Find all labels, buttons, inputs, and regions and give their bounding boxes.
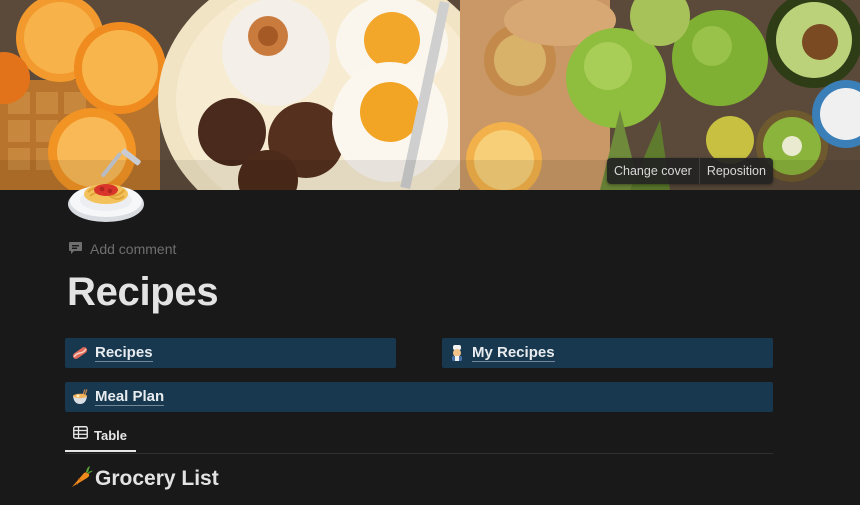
bacon-icon	[71, 344, 89, 362]
cover-actions: Change cover Reposition	[607, 158, 773, 184]
add-comment-label: Add comment	[90, 241, 177, 257]
link-my-recipes[interactable]: My Recipes	[442, 338, 773, 368]
tab-table[interactable]: Table	[65, 420, 136, 452]
grocery-list-heading[interactable]: Grocery List	[69, 464, 219, 494]
ramen-bowl-icon	[71, 388, 89, 406]
table-icon	[73, 426, 88, 444]
link-recipes-label: Recipes	[95, 344, 153, 362]
spaghetti-icon[interactable]	[66, 148, 148, 226]
tab-table-label: Table	[94, 427, 127, 443]
link-recipes[interactable]: Recipes	[65, 338, 396, 368]
page-title[interactable]: Recipes	[67, 266, 219, 318]
comment-icon	[68, 240, 83, 258]
carrot-icon	[69, 465, 93, 494]
cook-icon	[448, 344, 466, 362]
change-cover-button[interactable]: Change cover	[607, 158, 699, 184]
add-comment-button[interactable]: Add comment	[68, 240, 176, 258]
grocery-list-title: Grocery List	[95, 467, 219, 490]
link-meal-plan-label: Meal Plan	[95, 388, 165, 406]
link-my-recipes-label: My Recipes	[472, 344, 555, 362]
notion-page: Change cover Reposition Add comment Reci…	[0, 0, 860, 505]
reposition-button[interactable]: Reposition	[698, 158, 773, 184]
view-tabs: Table	[65, 420, 773, 454]
link-meal-plan[interactable]: Meal Plan	[65, 382, 773, 412]
